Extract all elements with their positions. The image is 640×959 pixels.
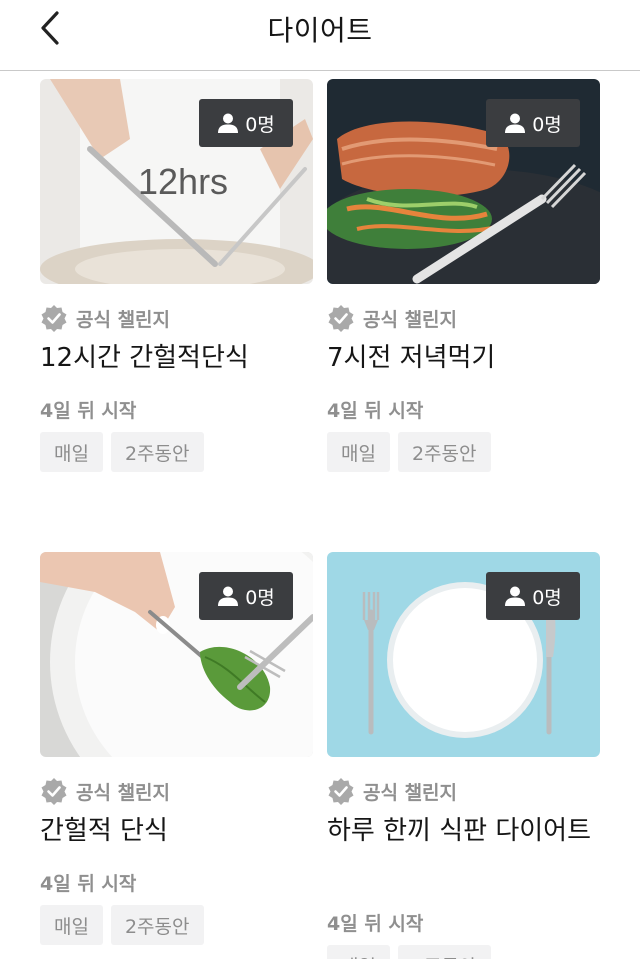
duration-tag: 2주동안	[110, 432, 204, 472]
frequency-tag: 매일	[40, 432, 103, 472]
person-icon	[218, 586, 239, 606]
official-challenge-label: 공식 챌린지	[40, 776, 170, 806]
tag-list: 매일 2주동안	[327, 432, 491, 472]
participant-count: 0명	[532, 113, 562, 136]
participant-count-badge: 0명	[199, 572, 293, 620]
page-title: 다이어트	[267, 14, 373, 47]
challenge-title: 12시간 간헐적단식	[40, 343, 249, 373]
verified-badge-icon	[328, 778, 354, 805]
participant-count-badge: 0명	[486, 572, 580, 620]
official-challenge-label: 공식 챌린지	[327, 776, 457, 806]
challenge-thumbnail: 12hrs 0명	[40, 79, 313, 284]
challenge-title: 7시전 저녁먹기	[327, 343, 496, 373]
duration-tag: 2주동안	[397, 432, 491, 472]
verified-badge-icon	[328, 305, 354, 332]
participant-count: 0명	[245, 586, 275, 609]
verified-badge-icon	[41, 778, 67, 805]
app-header: 다이어트	[0, 0, 640, 71]
challenge-title: 하루 한끼 식판 다이어트	[327, 816, 591, 846]
challenge-card[interactable]: 12hrs 0명 공식 챌린지 12시간 간헐적단식 4일 뒤 시작 매일 2주…	[40, 79, 313, 472]
official-challenge-label: 공식 챌린지	[40, 303, 170, 333]
official-challenge-label: 공식 챌린지	[327, 303, 457, 333]
person-icon	[505, 586, 526, 606]
participant-count: 0명	[532, 586, 562, 609]
start-info: 4일 뒤 시작	[40, 873, 137, 895]
challenge-card[interactable]: 0명 공식 챌린지 7시전 저녁먹기 4일 뒤 시작 매일 2주동안	[327, 79, 600, 472]
participant-count-badge: 0명	[199, 99, 293, 147]
tag-list: 매일 2주동안	[327, 945, 491, 959]
participant-count-badge: 0명	[486, 99, 580, 147]
tag-list: 매일 2주동안	[40, 432, 204, 472]
participant-count: 0명	[245, 113, 275, 136]
start-info: 4일 뒤 시작	[40, 400, 137, 422]
challenge-thumbnail: 0명	[327, 79, 600, 284]
challenge-thumbnail: 0명	[40, 552, 313, 757]
challenge-card[interactable]: 0명 공식 챌린지 하루 한끼 식판 다이어트 4일 뒤 시작 매일 2주동안	[327, 552, 600, 959]
challenge-thumbnail: 0명	[327, 552, 600, 757]
duration-tag: 2주동안	[397, 945, 491, 959]
person-icon	[505, 113, 526, 133]
challenge-title: 간헐적 단식	[40, 816, 168, 846]
verified-badge-icon	[41, 305, 67, 332]
frequency-tag: 매일	[327, 945, 390, 959]
duration-tag: 2주동안	[110, 905, 204, 945]
frequency-tag: 매일	[40, 905, 103, 945]
start-info: 4일 뒤 시작	[327, 913, 424, 935]
image-caption: 12hrs	[138, 161, 228, 202]
challenge-card[interactable]: 0명 공식 챌린지 간헐적 단식 4일 뒤 시작 매일 2주동안	[40, 552, 313, 945]
frequency-tag: 매일	[327, 432, 390, 472]
start-info: 4일 뒤 시작	[327, 400, 424, 422]
person-icon	[218, 113, 239, 133]
tag-list: 매일 2주동안	[40, 905, 204, 945]
